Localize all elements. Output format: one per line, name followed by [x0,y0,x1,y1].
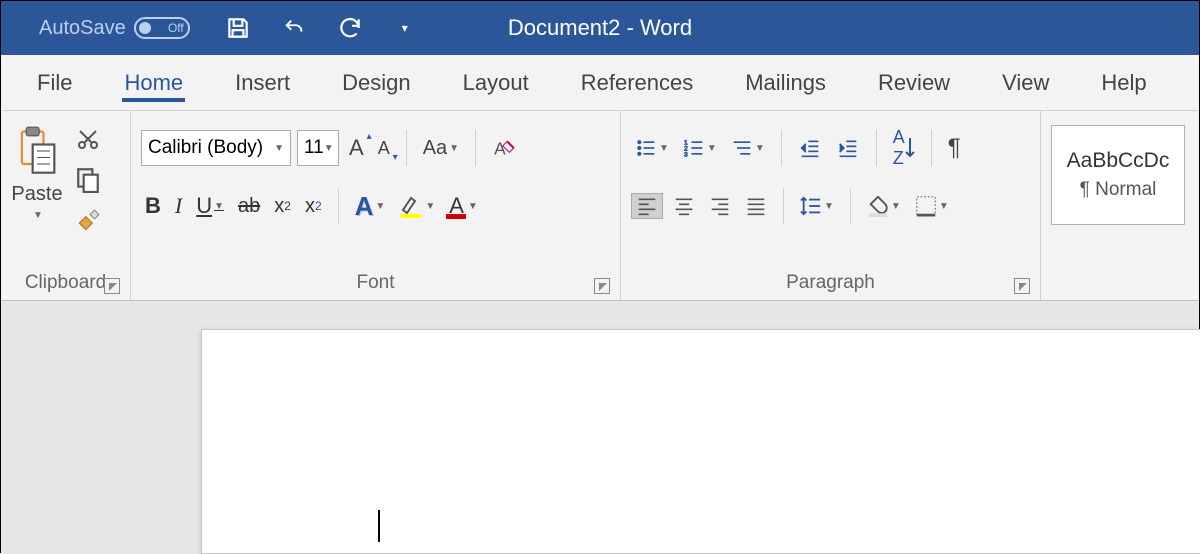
group-label-styles [1051,268,1189,300]
font-launcher[interactable] [594,278,610,294]
bold-button[interactable]: B [141,191,165,221]
show-hide-paragraph-icon[interactable]: ¶ [944,132,965,164]
ribbon: Paste ▼ Clipboard Calibri (Body)▼ 11▼ A▴… [1,111,1199,301]
title-bar: AutoSave Off ▾ Document2 - Word [1,1,1199,55]
strikethrough-button[interactable]: ab [234,193,264,220]
tab-layout[interactable]: Layout [461,64,531,102]
autosave-label: AutoSave [39,17,126,40]
align-right-icon[interactable] [705,194,735,218]
group-label-clipboard: Clipboard [11,268,120,300]
tab-design[interactable]: Design [340,64,412,102]
cut-icon[interactable] [71,125,105,153]
underline-button[interactable]: U▼ [192,191,228,221]
superscript-button[interactable]: x2 [301,193,326,220]
style-name: ¶ Normal [1080,179,1157,201]
group-clipboard: Paste ▼ Clipboard [1,111,131,300]
align-left-icon[interactable] [631,193,663,219]
highlight-color-icon[interactable]: ▼ [395,192,439,220]
increase-indent-icon[interactable] [832,136,864,160]
group-label-font: Font [141,268,610,300]
align-center-icon[interactable] [669,194,699,218]
autosave-control[interactable]: AutoSave Off [39,17,190,40]
tab-mailings[interactable]: Mailings [743,64,828,102]
decrease-indent-icon[interactable] [794,136,826,160]
format-painter-icon[interactable] [71,205,105,237]
numbering-icon[interactable]: 123▼ [679,136,721,160]
tab-view[interactable]: View [1000,64,1051,102]
document-page[interactable] [201,329,1200,554]
text-cursor [378,510,380,542]
repeat-icon[interactable] [336,14,364,42]
subscript-button[interactable]: x2 [270,193,295,220]
font-family-select[interactable]: Calibri (Body)▼ [141,130,291,166]
shading-icon[interactable]: ▼ [863,193,905,219]
group-label-paragraph: Paragraph [631,268,1030,300]
text-effects-icon[interactable]: A▼ [351,189,390,224]
grow-font-icon[interactable]: A▴ [345,133,368,163]
tab-references[interactable]: References [579,64,696,102]
copy-icon[interactable] [71,163,105,195]
quick-access-toolbar: ▾ [224,14,408,42]
italic-button[interactable]: I [171,191,186,221]
font-size-select[interactable]: 11▼ [297,130,339,166]
sort-icon[interactable]: AZ [889,125,919,171]
clipboard-launcher[interactable] [104,278,120,294]
paste-label: Paste [11,183,62,206]
tab-review[interactable]: Review [876,64,952,102]
clear-formatting-icon[interactable]: A [488,133,522,163]
borders-icon[interactable]: ▼ [911,193,953,219]
document-area [1,301,1199,554]
line-spacing-icon[interactable]: ▼ [796,193,838,219]
tab-insert[interactable]: Insert [233,64,292,102]
group-font: Calibri (Body)▼ 11▼ A▴ A▾ Aa▼ A B I U▼ a… [131,111,621,300]
group-paragraph: ▼ 123▼ ▼ AZ ¶ ▼ ▼ ▼ [621,111,1041,300]
style-normal[interactable]: AaBbCcDc ¶ Normal [1051,125,1185,225]
save-icon[interactable] [224,14,252,42]
tab-home[interactable]: Home [122,64,185,102]
ribbon-tabstrip: File Home Insert Design Layout Reference… [1,55,1199,111]
bullets-icon[interactable]: ▼ [631,136,673,160]
change-case-icon[interactable]: Aa▼ [419,135,463,162]
qat-customize-icon[interactable]: ▾ [402,21,408,35]
undo-icon[interactable] [280,14,308,42]
paragraph-launcher[interactable] [1014,278,1030,294]
group-styles: AaBbCcDc ¶ Normal [1041,111,1199,300]
svg-text:3: 3 [684,151,688,158]
autosave-toggle[interactable]: Off [134,17,190,39]
paste-button[interactable] [11,123,63,179]
svg-text:A: A [494,139,506,159]
paste-dropdown-icon[interactable]: ▼ [33,210,43,221]
justify-icon[interactable] [741,194,771,218]
style-preview: AaBbCcDc [1067,149,1170,173]
tab-file[interactable]: File [35,64,74,102]
font-color-icon[interactable]: A▼ [445,190,482,222]
multilevel-list-icon[interactable]: ▼ [727,136,769,160]
tab-help[interactable]: Help [1099,64,1148,102]
shrink-font-icon[interactable]: A▾ [374,136,394,161]
